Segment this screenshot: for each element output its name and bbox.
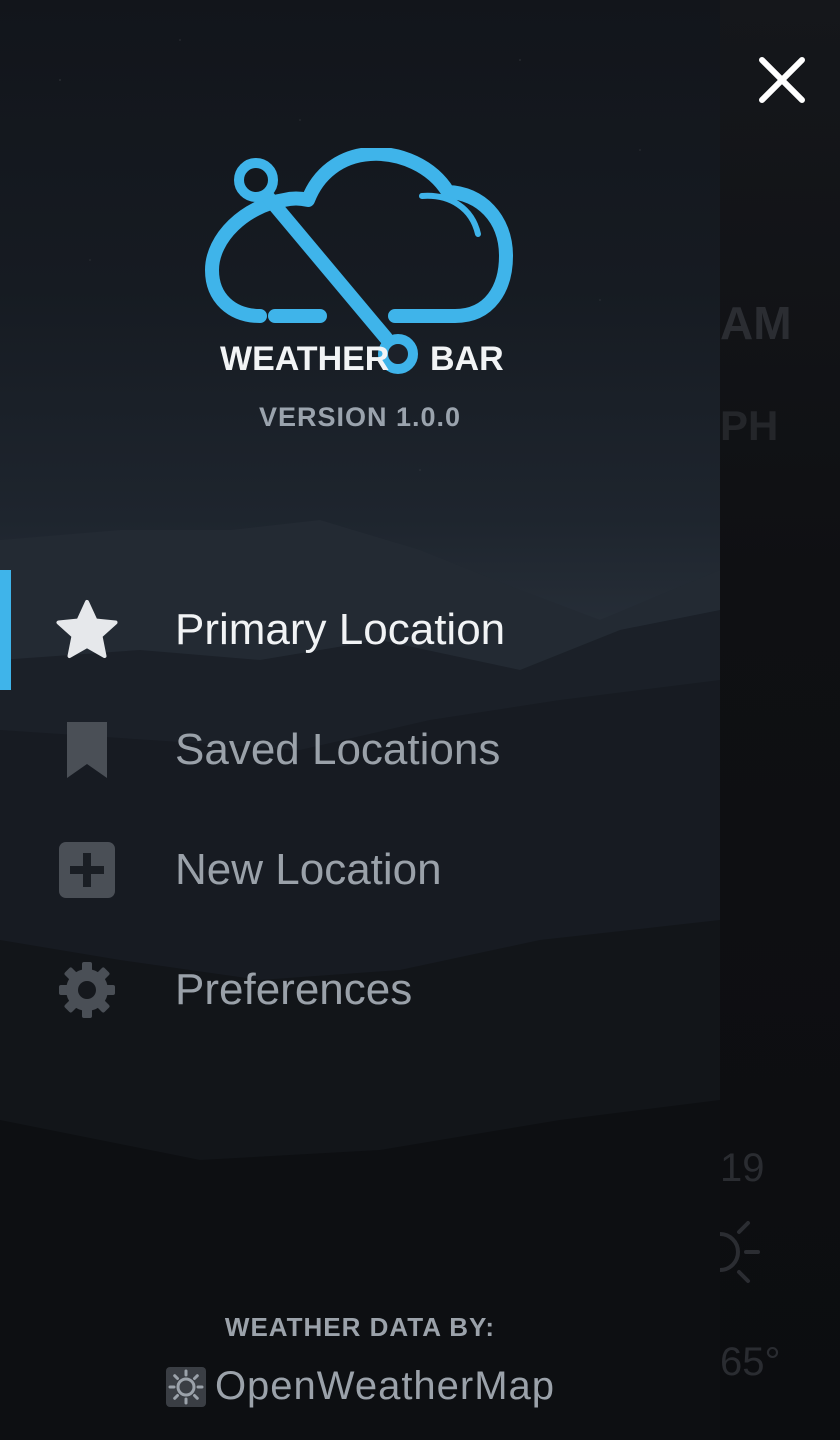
- background-time-text: AM: [720, 297, 792, 349]
- plus-square-icon: [54, 837, 120, 903]
- gear-icon: [54, 957, 120, 1023]
- menu-item-preferences[interactable]: Preferences: [0, 930, 720, 1050]
- bookmark-icon: [54, 717, 120, 783]
- weather-bar-logo: WEATHER BAR: [200, 146, 520, 388]
- background-temperature-text: 65°: [720, 1340, 781, 1384]
- provider-name: OpenWeatherMap: [214, 1364, 556, 1408]
- openweathermap-logo-icon: [165, 1366, 207, 1408]
- data-source-caption: WEATHER DATA BY:: [224, 1312, 496, 1342]
- menu-item-new-location[interactable]: New Location: [0, 810, 720, 930]
- background-number-text: 19: [720, 1146, 765, 1190]
- close-icon: [759, 57, 805, 103]
- menu-item-saved-locations[interactable]: Saved Locations: [0, 690, 720, 810]
- navigation-menu: Primary Location Saved Locations New Loc…: [0, 570, 720, 1050]
- active-indicator: [0, 570, 11, 690]
- app-window: AM PH 19 65° WEATHER BAR VERSION 1.0.0 P…: [0, 0, 840, 1440]
- background-forecast-panel: AM PH 19 65°: [720, 0, 840, 1440]
- menu-item-label: Saved Locations: [175, 725, 501, 774]
- version-label: VERSION 1.0.0: [258, 402, 462, 432]
- data-provider-link[interactable]: OpenWeatherMap: [0, 1364, 720, 1409]
- close-button[interactable]: [752, 50, 812, 110]
- menu-item-label: New Location: [175, 845, 442, 894]
- background-unit-text: PH: [720, 402, 779, 449]
- side-drawer: WEATHER BAR VERSION 1.0.0 Primary Locati…: [0, 0, 720, 1440]
- menu-item-label: Primary Location: [175, 605, 506, 654]
- star-icon: [54, 597, 120, 663]
- menu-item-label: Preferences: [175, 965, 413, 1014]
- logo-bar-text: BAR: [430, 340, 504, 378]
- logo-weather-text: WEATHER: [220, 340, 389, 378]
- sun-icon: [720, 1212, 770, 1292]
- menu-item-primary-location[interactable]: Primary Location: [0, 570, 720, 690]
